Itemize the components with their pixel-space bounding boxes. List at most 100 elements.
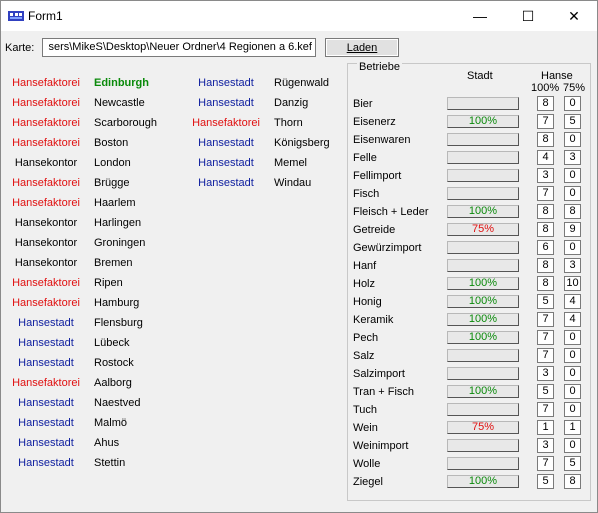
city-name[interactable]: Rostock	[94, 357, 134, 369]
betrieb-name: Holz	[353, 278, 376, 290]
hanse-75-count[interactable]: 3	[564, 258, 581, 273]
city-name[interactable]: Boston	[94, 137, 128, 149]
hanse-100-count[interactable]: 8	[537, 222, 554, 237]
betriebe-title: Betriebe	[357, 61, 402, 73]
hanse-75-count[interactable]: 0	[564, 402, 581, 417]
stadt-status-bar: 100%	[447, 331, 519, 344]
hanse-100-count[interactable]: 7	[537, 348, 554, 363]
hanse-75-count[interactable]: 1	[564, 420, 581, 435]
hanse-75-count[interactable]: 0	[564, 240, 581, 255]
app-icon	[8, 11, 24, 21]
city-name[interactable]: Danzig	[274, 97, 308, 109]
city-name[interactable]: Newcastle	[94, 97, 145, 109]
hanse-100-count[interactable]: 7	[537, 456, 554, 471]
city-type-label: Hansestadt	[198, 157, 254, 169]
hanse-75-count[interactable]: 0	[564, 186, 581, 201]
city-name[interactable]: Ahus	[94, 437, 119, 449]
close-button[interactable]: ✕	[551, 1, 597, 31]
betrieb-name: Honig	[353, 296, 382, 308]
hanse-75-count[interactable]: 0	[564, 438, 581, 453]
hanse-100-count[interactable]: 7	[537, 402, 554, 417]
hanse-100-count[interactable]: 1	[537, 420, 554, 435]
stadt-status-bar	[447, 151, 519, 164]
city-name[interactable]: Memel	[274, 157, 307, 169]
betrieb-name: Salzimport	[353, 368, 405, 380]
hanse-75-count[interactable]: 0	[564, 132, 581, 147]
city-type-label: Hansekontor	[14, 217, 78, 229]
hanse-100-count[interactable]: 8	[537, 132, 554, 147]
city-name[interactable]: Lübeck	[94, 337, 129, 349]
header-stadt: Stadt	[467, 70, 493, 82]
hanse-75-count[interactable]: 0	[564, 330, 581, 345]
hanse-100-count[interactable]: 7	[537, 186, 554, 201]
city-name[interactable]: Malmö	[94, 417, 127, 429]
city-name[interactable]: Groningen	[94, 237, 145, 249]
hanse-75-count[interactable]: 0	[564, 168, 581, 183]
load-button[interactable]: Laden	[325, 38, 399, 57]
hanse-75-count[interactable]: 0	[564, 366, 581, 381]
hanse-100-count[interactable]: 3	[537, 366, 554, 381]
city-name[interactable]: Hamburg	[94, 297, 139, 309]
betrieb-name: Hanf	[353, 260, 377, 272]
hanse-100-count[interactable]: 8	[537, 204, 554, 219]
hanse-75-count[interactable]: 0	[564, 384, 581, 399]
stadt-status-bar: 100%	[447, 205, 519, 218]
hanse-75-count[interactable]: 0	[564, 348, 581, 363]
map-path-input[interactable]: sers\MikeS\Desktop\Neuer Ordner\4 Region…	[42, 38, 316, 57]
city-type-label: Hansestadt	[198, 77, 254, 89]
hanse-100-count[interactable]: 8	[537, 258, 554, 273]
city-name[interactable]: Windau	[274, 177, 311, 189]
hanse-100-count[interactable]: 5	[537, 474, 554, 489]
hanse-100-count[interactable]: 7	[537, 312, 554, 327]
stadt-status-bar: 100%	[447, 313, 519, 326]
betrieb-name: Felle	[353, 152, 377, 164]
city-name[interactable]: Rügenwald	[274, 77, 329, 89]
city-name[interactable]: Ripen	[94, 277, 123, 289]
city-name[interactable]: Haarlem	[94, 197, 136, 209]
city-name[interactable]: Brügge	[94, 177, 129, 189]
city-name[interactable]: Scarborough	[94, 117, 157, 129]
city-name[interactable]: Thorn	[274, 117, 303, 129]
minimize-button[interactable]: —	[457, 1, 503, 31]
city-name[interactable]: Harlingen	[94, 217, 141, 229]
hanse-100-count[interactable]: 4	[537, 150, 554, 165]
city-type-label: Hansestadt	[18, 357, 74, 369]
hanse-75-count[interactable]: 8	[564, 474, 581, 489]
hanse-75-count[interactable]: 4	[564, 294, 581, 309]
city-type-label: Hansestadt	[18, 437, 74, 449]
city-type-label: Hansestadt	[18, 457, 74, 469]
hanse-100-count[interactable]: 5	[537, 294, 554, 309]
hanse-75-count[interactable]: 5	[564, 114, 581, 129]
betrieb-name: Tuch	[353, 404, 378, 416]
close-icon: ✕	[568, 8, 580, 24]
hanse-75-count[interactable]: 4	[564, 312, 581, 327]
city-type-label: Hansestadt	[198, 177, 254, 189]
hanse-100-count[interactable]: 3	[537, 168, 554, 183]
hanse-100-count[interactable]: 8	[537, 276, 554, 291]
hanse-100-count[interactable]: 7	[537, 330, 554, 345]
header-75: 75%	[563, 82, 586, 94]
hanse-75-count[interactable]: 8	[564, 204, 581, 219]
hanse-100-count[interactable]: 3	[537, 438, 554, 453]
city-name[interactable]: Aalborg	[94, 377, 132, 389]
city-name[interactable]: London	[94, 157, 131, 169]
city-name[interactable]: Flensburg	[94, 317, 143, 329]
hanse-75-count[interactable]: 5	[564, 456, 581, 471]
hanse-100-count[interactable]: 5	[537, 384, 554, 399]
maximize-button[interactable]: ☐	[505, 1, 551, 31]
city-name[interactable]: Naestved	[94, 397, 140, 409]
hanse-75-count[interactable]: 0	[564, 96, 581, 111]
betrieb-name: Fellimport	[353, 170, 402, 182]
hanse-75-count[interactable]: 9	[564, 222, 581, 237]
city-name[interactable]: Stettin	[94, 457, 125, 469]
betrieb-name: Salz	[353, 350, 375, 362]
hanse-100-count[interactable]: 7	[537, 114, 554, 129]
hanse-100-count[interactable]: 6	[537, 240, 554, 255]
hanse-100-count[interactable]: 8	[537, 96, 554, 111]
hanse-75-count[interactable]: 3	[564, 150, 581, 165]
city-name[interactable]: Bremen	[94, 257, 133, 269]
hanse-75-count[interactable]: 10	[564, 276, 581, 291]
city-name[interactable]: Edinburgh	[94, 77, 149, 89]
city-name[interactable]: Königsberg	[274, 137, 330, 149]
title-bar[interactable]: Form1 — ☐ ✕	[1, 1, 597, 31]
